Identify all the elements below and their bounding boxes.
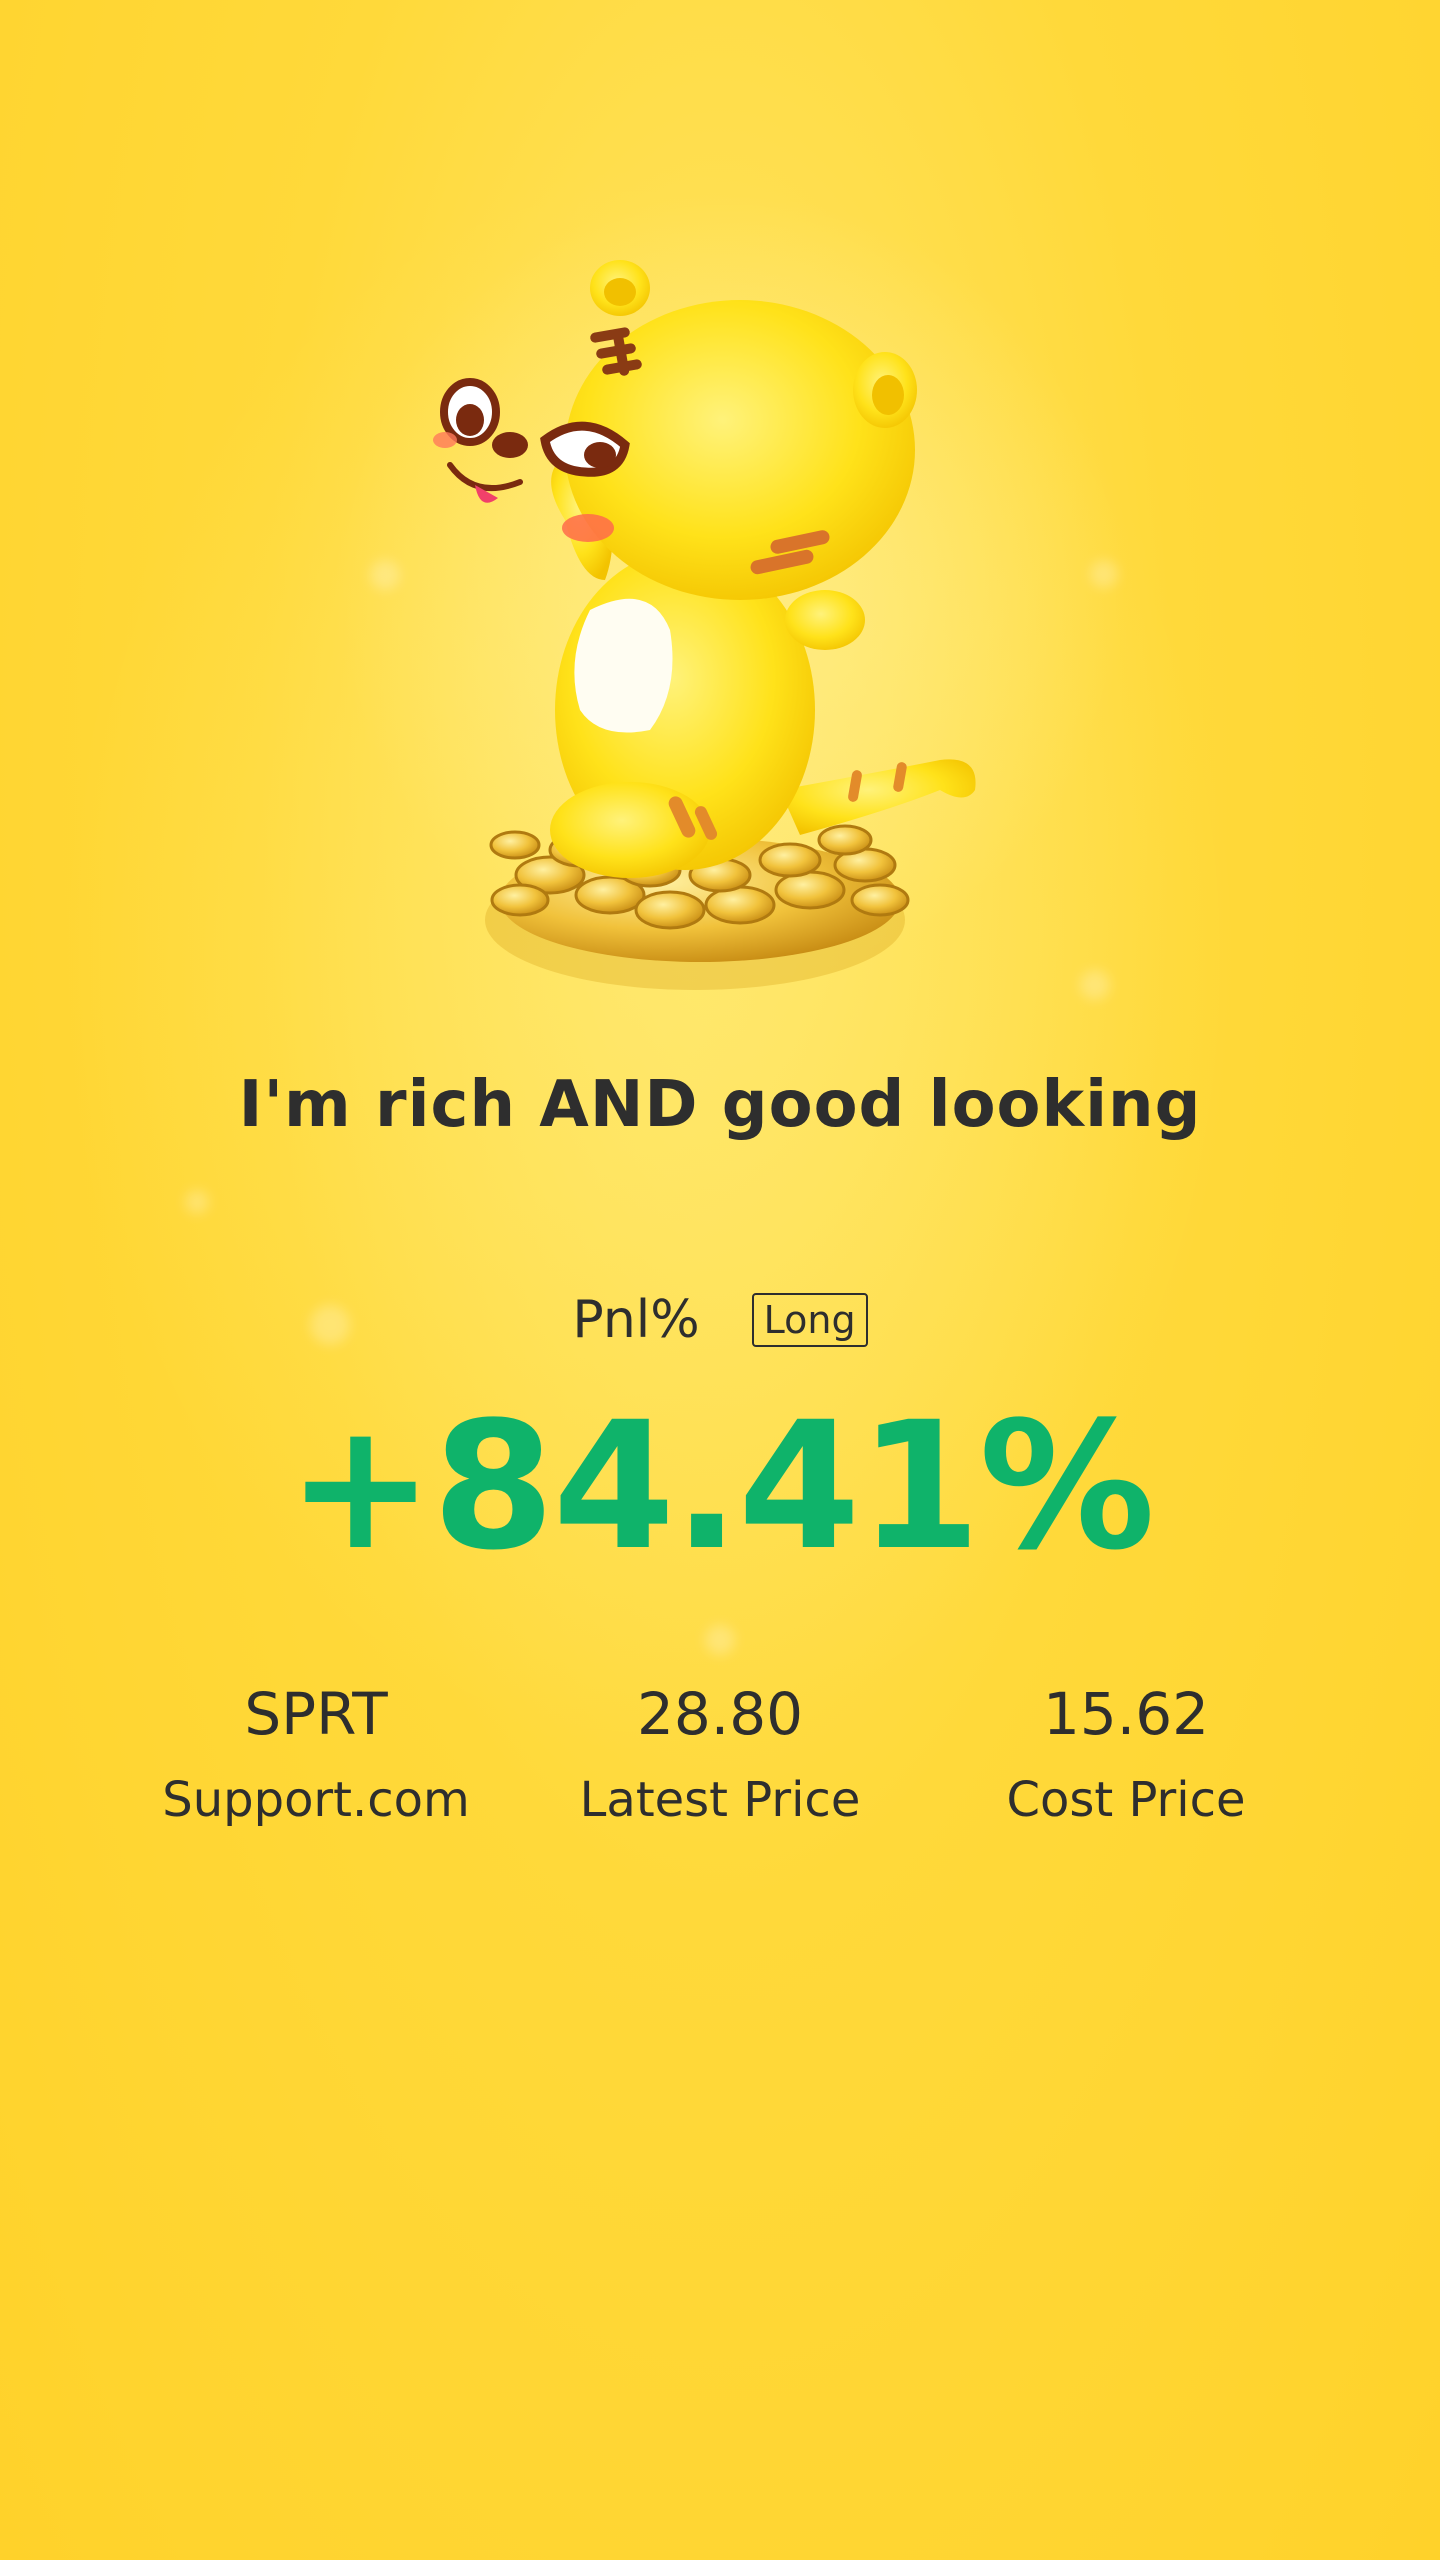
stock-symbol: SPRT <box>244 1680 388 1748</box>
cost-price-label: Cost Price <box>1006 1771 1246 1828</box>
tiger-mascot-icon <box>420 250 1020 1010</box>
stat-symbol: SPRT Support.com <box>136 1680 496 1829</box>
stock-name: Support.com <box>162 1771 470 1828</box>
sparkle <box>1080 970 1110 1000</box>
pnl-header: Pnl% Long <box>0 1290 1440 1350</box>
cost-price-value: 15.62 <box>1042 1680 1210 1748</box>
latest-price-value: 28.80 <box>636 1680 804 1748</box>
tagline: I'm rich AND good looking <box>238 1068 1202 1142</box>
sparkle <box>705 1625 735 1655</box>
stat-cost-price: 15.62 Cost Price <box>946 1680 1306 1829</box>
latest-price-label: Latest Price <box>579 1771 861 1828</box>
stats-row: SPRT Support.com 28.80 Latest Price 15.6… <box>0 1680 1440 1880</box>
stat-latest-price: 28.80 Latest Price <box>540 1680 900 1829</box>
sparkle <box>1090 560 1118 588</box>
pnl-value: +84.41% <box>286 1384 1156 1589</box>
direction-badge: Long <box>751 1293 868 1347</box>
sparkle <box>370 560 400 590</box>
sparkle <box>185 1190 209 1214</box>
pnl-label: Pnl% <box>572 1290 700 1350</box>
